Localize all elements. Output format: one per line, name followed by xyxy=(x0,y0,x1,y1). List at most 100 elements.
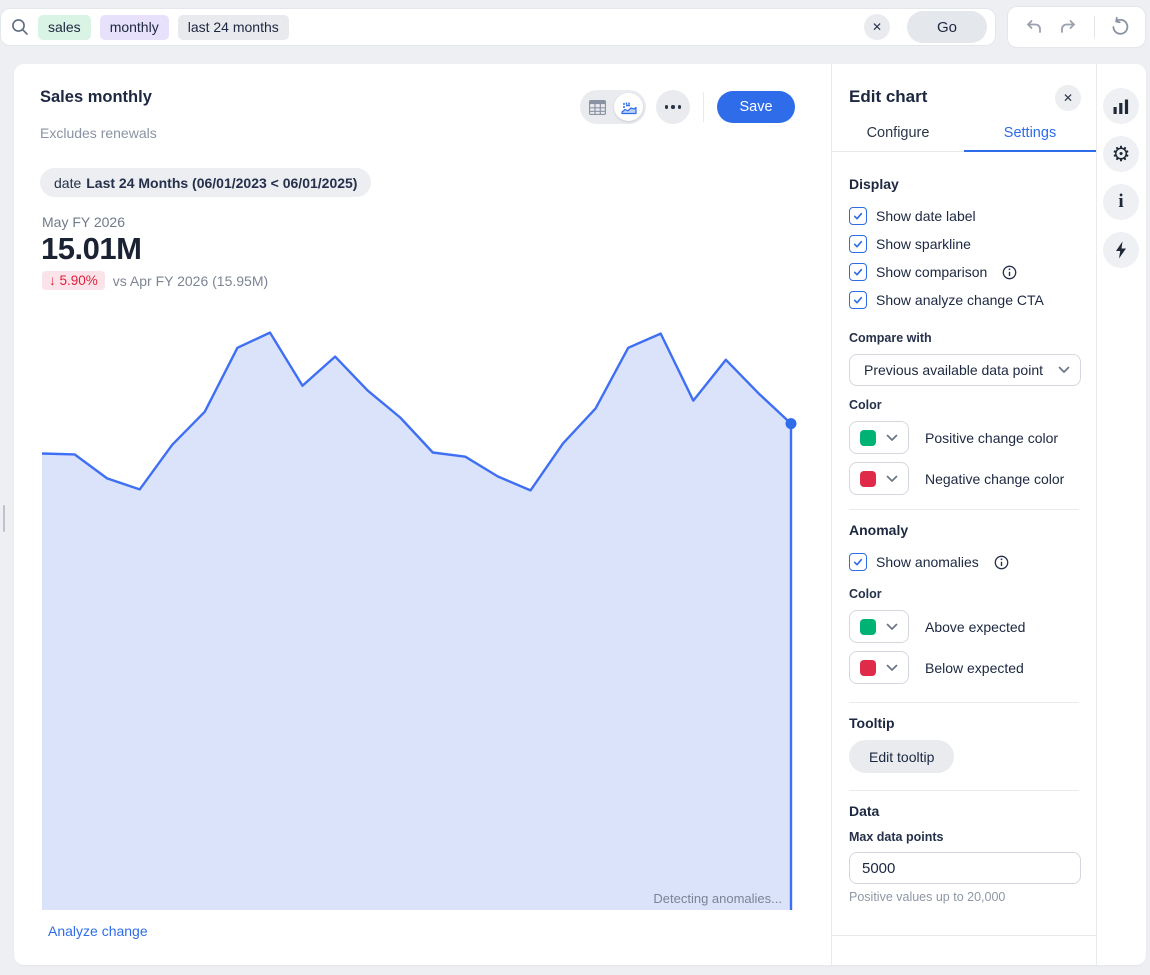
chart-title: Sales monthly xyxy=(40,88,152,107)
below-expected-row: Below expected xyxy=(849,651,1079,684)
positive-color-label: Positive change color xyxy=(925,430,1058,446)
compare-with-value: Previous available data point xyxy=(864,362,1058,378)
date-filter-chip[interactable]: date Last 24 Months (06/01/2023 < 06/01/… xyxy=(40,168,371,197)
table-icon xyxy=(589,100,606,115)
ellipsis-icon xyxy=(665,105,669,109)
compare-with-label: Compare with xyxy=(849,331,1079,345)
panel-resize-handle[interactable] xyxy=(3,505,5,532)
info-icon: i xyxy=(1118,191,1123,213)
undo-icon[interactable] xyxy=(1022,16,1044,38)
data-section-heading: Data xyxy=(849,803,1079,819)
history-controls xyxy=(1007,6,1146,48)
sparkline-chart[interactable]: Detecting anomalies... xyxy=(42,330,791,910)
panel-header: Edit chart ✕ xyxy=(832,64,1096,114)
below-expected-color-picker[interactable] xyxy=(849,651,909,684)
right-icon-rail: ⚙ i xyxy=(1097,64,1146,965)
sparkline-svg xyxy=(42,330,791,910)
above-expected-swatch xyxy=(860,619,876,635)
chart-subtitle: Excludes renewals xyxy=(40,125,157,141)
close-panel-button[interactable]: ✕ xyxy=(1055,85,1081,111)
answer-card: Sales monthly Excludes renewals xyxy=(14,64,1146,965)
chevron-down-icon xyxy=(886,623,898,631)
positive-color-row: Positive change color xyxy=(849,421,1079,454)
positive-color-picker[interactable] xyxy=(849,421,909,454)
kpi-value: 15.01M xyxy=(41,231,141,267)
chart-section: Sales monthly Excludes renewals xyxy=(14,64,831,965)
gear-icon: ⚙ xyxy=(1112,144,1131,165)
tab-configure[interactable]: Configure xyxy=(832,114,964,151)
negative-color-swatch xyxy=(860,471,876,487)
tab-settings[interactable]: Settings xyxy=(964,114,1096,151)
checkbox-show-date-label[interactable]: Show date label xyxy=(849,202,1079,230)
section-divider xyxy=(849,702,1079,703)
above-expected-row: Above expected xyxy=(849,610,1079,643)
table-view-button[interactable] xyxy=(583,93,612,121)
top-bar: sales monthly last 24 months ✕ Go xyxy=(0,0,1150,56)
kpi-period-label: May FY 2026 xyxy=(42,214,125,230)
above-expected-color-picker[interactable] xyxy=(849,610,909,643)
more-options-button[interactable] xyxy=(656,90,690,124)
checkbox-show-analyze-change-cta[interactable]: Show analyze change CTA xyxy=(849,286,1079,314)
edit-tooltip-button[interactable]: Edit tooltip xyxy=(849,740,954,773)
checkbox-checked-icon xyxy=(849,235,867,253)
display-section-heading: Display xyxy=(849,176,1079,192)
above-expected-label: Above expected xyxy=(925,619,1025,635)
checkbox-show-anomalies[interactable]: Show anomalies xyxy=(849,548,1079,576)
comparison-text: vs Apr FY 2026 (15.95M) xyxy=(113,273,268,289)
max-data-points-input[interactable] xyxy=(849,852,1081,884)
chart-insights-button[interactable] xyxy=(1103,88,1139,124)
chart-toolbar: Save xyxy=(580,90,795,124)
checkbox-show-comparison[interactable]: Show comparison xyxy=(849,258,1079,286)
checkbox-show-sparkline[interactable]: Show sparkline xyxy=(849,230,1079,258)
tooltip-section-heading: Tooltip xyxy=(849,715,1079,731)
search-token-monthly[interactable]: monthly xyxy=(100,15,169,40)
change-badge: ↓ 5.90% xyxy=(42,271,105,290)
panel-tabs: Configure Settings xyxy=(832,114,1096,152)
panel-footer-divider xyxy=(832,935,1096,936)
anomaly-color-label: Color xyxy=(849,587,1079,601)
save-button[interactable]: Save xyxy=(717,91,795,123)
below-expected-label: Below expected xyxy=(925,660,1024,676)
search-bar[interactable]: sales monthly last 24 months ✕ Go xyxy=(0,8,996,46)
reset-icon[interactable] xyxy=(1109,16,1131,38)
filter-chip-value: Last 24 Months (06/01/2023 < 06/01/2025) xyxy=(86,175,357,191)
search-token-last-24-months[interactable]: last 24 months xyxy=(178,15,289,40)
quick-actions-button[interactable] xyxy=(1103,232,1139,268)
positive-color-swatch xyxy=(860,430,876,446)
below-expected-swatch xyxy=(860,660,876,676)
panel-title: Edit chart xyxy=(849,87,927,107)
latest-point-dot xyxy=(786,418,797,429)
settings-button[interactable]: ⚙ xyxy=(1103,136,1139,172)
checkbox-checked-icon xyxy=(849,207,867,225)
view-toggle xyxy=(580,90,646,124)
go-button[interactable]: Go xyxy=(907,11,987,43)
info-icon[interactable] xyxy=(1002,265,1017,280)
chevron-down-icon xyxy=(886,434,898,442)
analyze-change-link[interactable]: Analyze change xyxy=(48,923,148,939)
toolbar-divider xyxy=(1094,16,1095,38)
checkbox-checked-icon xyxy=(849,291,867,309)
negative-color-label: Negative change color xyxy=(925,471,1064,487)
max-data-points-label: Max data points xyxy=(849,830,1079,844)
info-icon[interactable] xyxy=(994,555,1009,570)
info-button[interactable]: i xyxy=(1103,184,1139,220)
compare-with-select[interactable]: Previous available data point xyxy=(849,354,1081,386)
negative-color-picker[interactable] xyxy=(849,462,909,495)
display-color-label: Color xyxy=(849,398,1079,412)
clear-search-button[interactable]: ✕ xyxy=(864,14,890,40)
search-icon xyxy=(11,18,29,36)
kpi-chart-icon xyxy=(620,98,638,116)
chevron-down-icon xyxy=(886,475,898,483)
edit-chart-panel: Edit chart ✕ Configure Settings Display … xyxy=(831,64,1097,965)
redo-icon[interactable] xyxy=(1058,16,1080,38)
kpi-chart-view-button[interactable] xyxy=(614,93,643,121)
max-data-points-helper: Positive values up to 20,000 xyxy=(849,890,1079,904)
checkbox-checked-icon xyxy=(849,263,867,281)
anomaly-section-heading: Anomaly xyxy=(849,522,1079,538)
chevron-down-icon xyxy=(886,664,898,672)
filter-chip-prefix: date xyxy=(54,175,81,191)
bar-chart-icon xyxy=(1113,99,1129,114)
search-token-sales[interactable]: sales xyxy=(38,15,91,40)
section-divider xyxy=(849,509,1079,510)
toolbar-divider xyxy=(703,92,704,122)
